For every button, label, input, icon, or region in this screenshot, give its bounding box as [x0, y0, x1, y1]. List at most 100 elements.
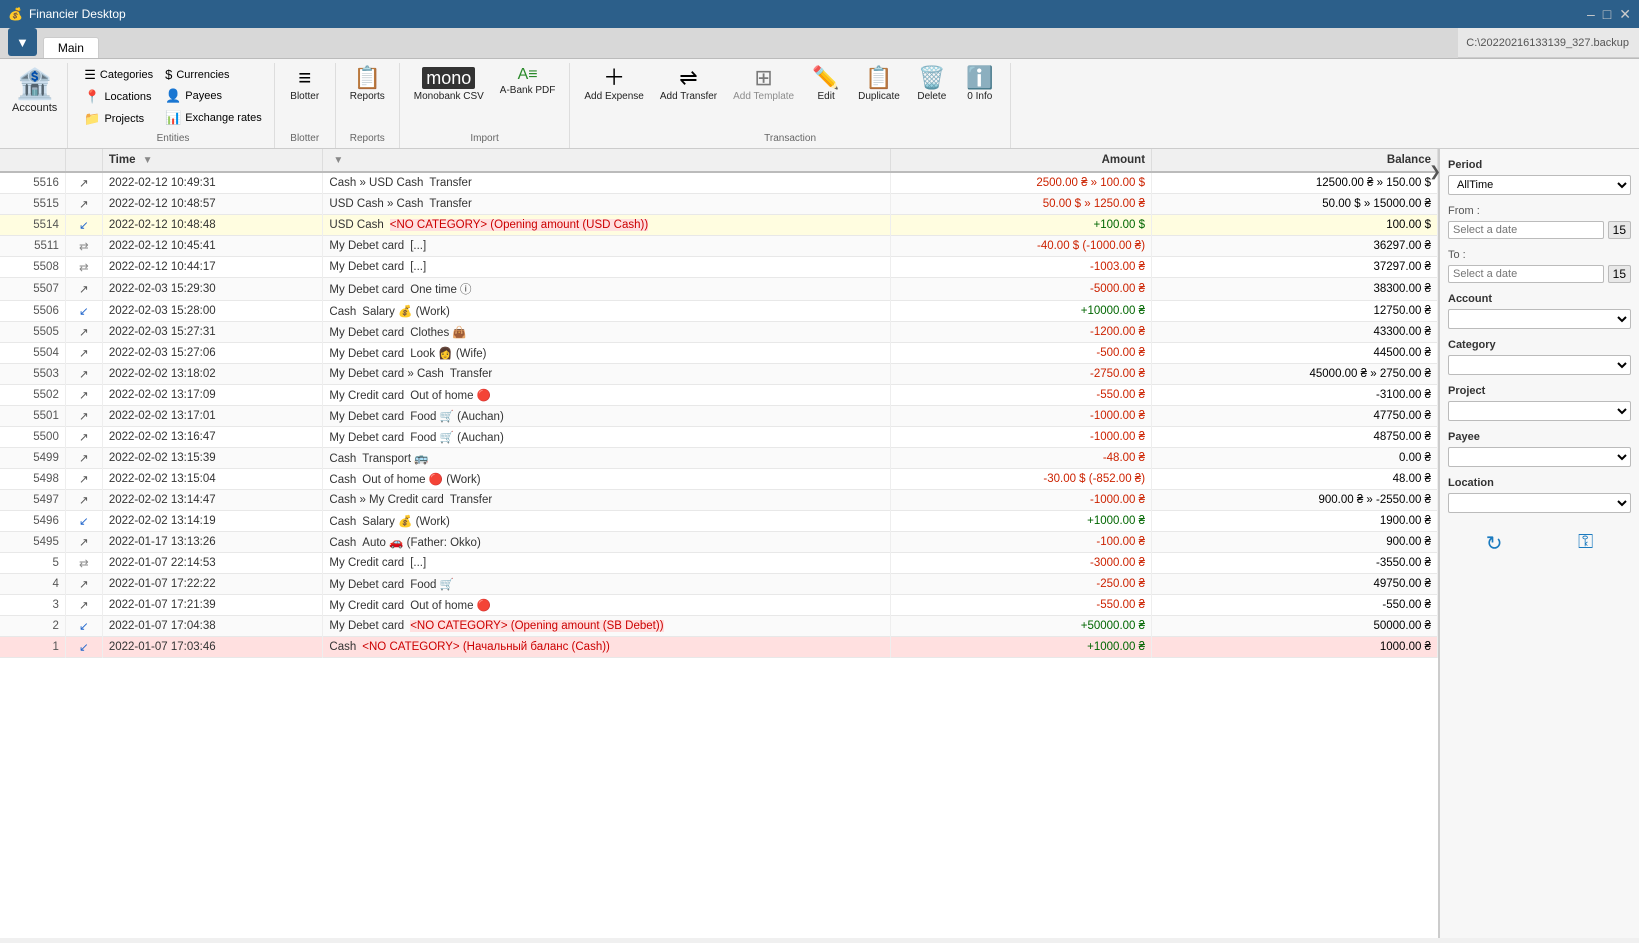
account-select[interactable]	[1448, 309, 1631, 329]
category-select[interactable]	[1448, 355, 1631, 375]
table-row[interactable]: 5496↙2022-02-02 13:14:19CashSalary 💰 (Wo…	[0, 511, 1438, 532]
project-select[interactable]	[1448, 401, 1631, 421]
table-area[interactable]: Time ▼ ▼ Amount Balance 5516↗2022-02-12 …	[0, 149, 1439, 938]
table-row[interactable]: 5511⇄2022-02-12 10:45:41My Debet card[..…	[0, 236, 1438, 257]
title-bar-controls[interactable]: – □ ✕	[1587, 6, 1631, 23]
minimize-icon[interactable]: –	[1587, 6, 1595, 23]
blotter-button[interactable]: ≡ Blotter	[283, 63, 327, 106]
cell-balance: 37297.00 ₴	[1152, 257, 1438, 278]
cell-balance: 44500.00 ₴	[1152, 343, 1438, 364]
cell-time: 2022-02-02 13:16:47	[102, 427, 323, 448]
filter-button[interactable]: ⚿	[1578, 531, 1593, 556]
table-row[interactable]: 5501↗2022-02-02 13:17:01My Debet cardFoo…	[0, 406, 1438, 427]
add-transfer-button[interactable]: ⇌ Add Transfer	[654, 63, 723, 106]
cell-balance: 47750.00 ₴	[1152, 406, 1438, 427]
add-expense-button[interactable]: ＋ Add Expense	[578, 63, 650, 106]
table-row[interactable]: 4↗2022-01-07 17:22:22My Debet cardFood 🛒…	[0, 574, 1438, 595]
cell-id: 5495	[0, 532, 65, 553]
table-row[interactable]: 5500↗2022-02-02 13:16:47My Debet cardFoo…	[0, 427, 1438, 448]
period-select[interactable]: AllTime This Month Last Month This Year …	[1448, 175, 1631, 195]
cell-id: 5499	[0, 448, 65, 469]
cell-amount: +50000.00 ₴	[890, 616, 1151, 637]
table-row[interactable]: 5514↙2022-02-12 10:48:48USD Cash<NO CATE…	[0, 215, 1438, 236]
from-date-input[interactable]	[1448, 221, 1604, 239]
tab-bar: ▼ Main	[0, 28, 99, 58]
cell-id: 3	[0, 595, 65, 616]
cell-time: 2022-02-02 13:14:47	[102, 490, 323, 511]
duplicate-button[interactable]: 📋 Duplicate	[852, 63, 906, 106]
edit-button[interactable]: ✏️ Edit	[804, 63, 848, 106]
monobank-csv-button[interactable]: mono Monobank CSV	[408, 63, 490, 106]
table-row[interactable]: 5516↗2022-02-12 10:49:31Cash » USD CashT…	[0, 172, 1438, 194]
to-date-input[interactable]	[1448, 265, 1604, 283]
info-button[interactable]: ℹ️ 0 Info	[958, 63, 1002, 106]
cell-balance: -3100.00 ₴	[1152, 385, 1438, 406]
table-row[interactable]: 1↙2022-01-07 17:03:46Cash<NO CATEGORY> (…	[0, 637, 1438, 658]
table-row[interactable]: 2↙2022-01-07 17:04:38My Debet card<NO CA…	[0, 616, 1438, 637]
table-row[interactable]: 5502↗2022-02-02 13:17:09My Credit cardOu…	[0, 385, 1438, 406]
table-row[interactable]: 5498↗2022-02-02 13:15:04CashOut of home …	[0, 469, 1438, 490]
restore-icon[interactable]: □	[1603, 6, 1611, 23]
payees-button[interactable]: 👤 Payees	[161, 86, 266, 106]
delete-button[interactable]: 🗑️ Delete	[910, 63, 954, 106]
table-row[interactable]: 5499↗2022-02-02 13:15:39CashTransport 🚌-…	[0, 448, 1438, 469]
col-time[interactable]: Time ▼	[102, 149, 323, 172]
panel-expand[interactable]: ❯	[1439, 163, 1441, 180]
close-icon[interactable]: ✕	[1619, 6, 1631, 23]
cell-account-category: CashTransport 🚌	[323, 448, 890, 469]
payee-section: Payee	[1448, 431, 1631, 467]
table-row[interactable]: 5507↗2022-02-03 15:29:30My Debet cardOne…	[0, 278, 1438, 301]
location-select[interactable]	[1448, 493, 1631, 513]
table-row[interactable]: 5506↙2022-02-03 15:28:00CashSalary 💰 (Wo…	[0, 301, 1438, 322]
locations-button[interactable]: 📍 Locations	[80, 87, 157, 107]
from-section: From : 15	[1448, 205, 1631, 239]
cell-type-icon: ↗	[65, 427, 102, 448]
col-account-category[interactable]: ▼	[323, 149, 890, 172]
cell-id: 5500	[0, 427, 65, 448]
currencies-button[interactable]: $ Currencies	[161, 65, 266, 84]
cell-balance: 12500.00 ₴ » 150.00 $	[1152, 172, 1438, 194]
exchange-rates-button[interactable]: 📊 Exchange rates	[161, 108, 266, 128]
a-bank-pdf-button[interactable]: A≡ A-Bank PDF	[494, 63, 562, 100]
cell-time: 2022-02-03 15:27:06	[102, 343, 323, 364]
table-row[interactable]: 5515↗2022-02-12 10:48:57USD Cash » CashT…	[0, 194, 1438, 215]
cell-time: 2022-02-02 13:15:39	[102, 448, 323, 469]
menu-dropdown-button[interactable]: ▼	[8, 28, 37, 56]
payee-select[interactable]	[1448, 447, 1631, 467]
cell-id: 5515	[0, 194, 65, 215]
table-row[interactable]: 5⇄2022-01-07 22:14:53My Credit card[...]…	[0, 553, 1438, 574]
table-row[interactable]: 5508⇄2022-02-12 10:44:17My Debet card[..…	[0, 257, 1438, 278]
table-row[interactable]: 5495↗2022-01-17 13:13:26CashAuto 🚗 (Fath…	[0, 532, 1438, 553]
cell-amount: -100.00 ₴	[890, 532, 1151, 553]
cell-account-category: USD Cash<NO CATEGORY> (Opening amount (U…	[323, 215, 890, 236]
table-row[interactable]: 5504↗2022-02-03 15:27:06My Debet cardLoo…	[0, 343, 1438, 364]
account-filter-icon[interactable]: ▼	[333, 155, 343, 166]
table-header-row: Time ▼ ▼ Amount Balance	[0, 149, 1438, 172]
cell-amount: -1003.00 ₴	[890, 257, 1151, 278]
table-row[interactable]: 5503↗2022-02-02 13:18:02My Debet card » …	[0, 364, 1438, 385]
projects-button[interactable]: 📁 Projects	[80, 109, 157, 129]
cell-type-icon: ↗	[65, 322, 102, 343]
to-date-btn[interactable]: 15	[1608, 265, 1631, 283]
table-row[interactable]: 5497↗2022-02-02 13:14:47Cash » My Credit…	[0, 490, 1438, 511]
cell-amount: -1200.00 ₴	[890, 322, 1151, 343]
categories-button[interactable]: ☰ Categories	[80, 65, 157, 85]
reports-button[interactable]: 📋 Reports	[344, 63, 391, 106]
table-row[interactable]: 3↗2022-01-07 17:21:39My Credit cardOut o…	[0, 595, 1438, 616]
cell-balance: 48750.00 ₴	[1152, 427, 1438, 448]
cell-type-icon: ↗	[65, 343, 102, 364]
from-date-btn[interactable]: 15	[1608, 221, 1631, 239]
cell-account-category: USD Cash » CashTransfer	[323, 194, 890, 215]
cell-type-icon: ↗	[65, 448, 102, 469]
cell-account-category: CashOut of home 🔴 (Work)	[323, 469, 890, 490]
transaction-group: ＋ Add Expense ⇌ Add Transfer ⊞ Add Templ…	[570, 63, 1010, 148]
tab-main[interactable]: Main	[43, 37, 99, 58]
accounts-button[interactable]: 🏦 Accounts	[4, 63, 68, 148]
cell-amount: -500.00 ₴	[890, 343, 1151, 364]
refresh-button[interactable]: ↻	[1486, 531, 1503, 556]
category-section: Category	[1448, 339, 1631, 375]
table-row[interactable]: 5505↗2022-02-03 15:27:31My Debet cardClo…	[0, 322, 1438, 343]
time-filter-icon[interactable]: ▼	[143, 155, 153, 166]
cell-type-icon: ↗	[65, 278, 102, 301]
cell-type-icon: ↙	[65, 616, 102, 637]
